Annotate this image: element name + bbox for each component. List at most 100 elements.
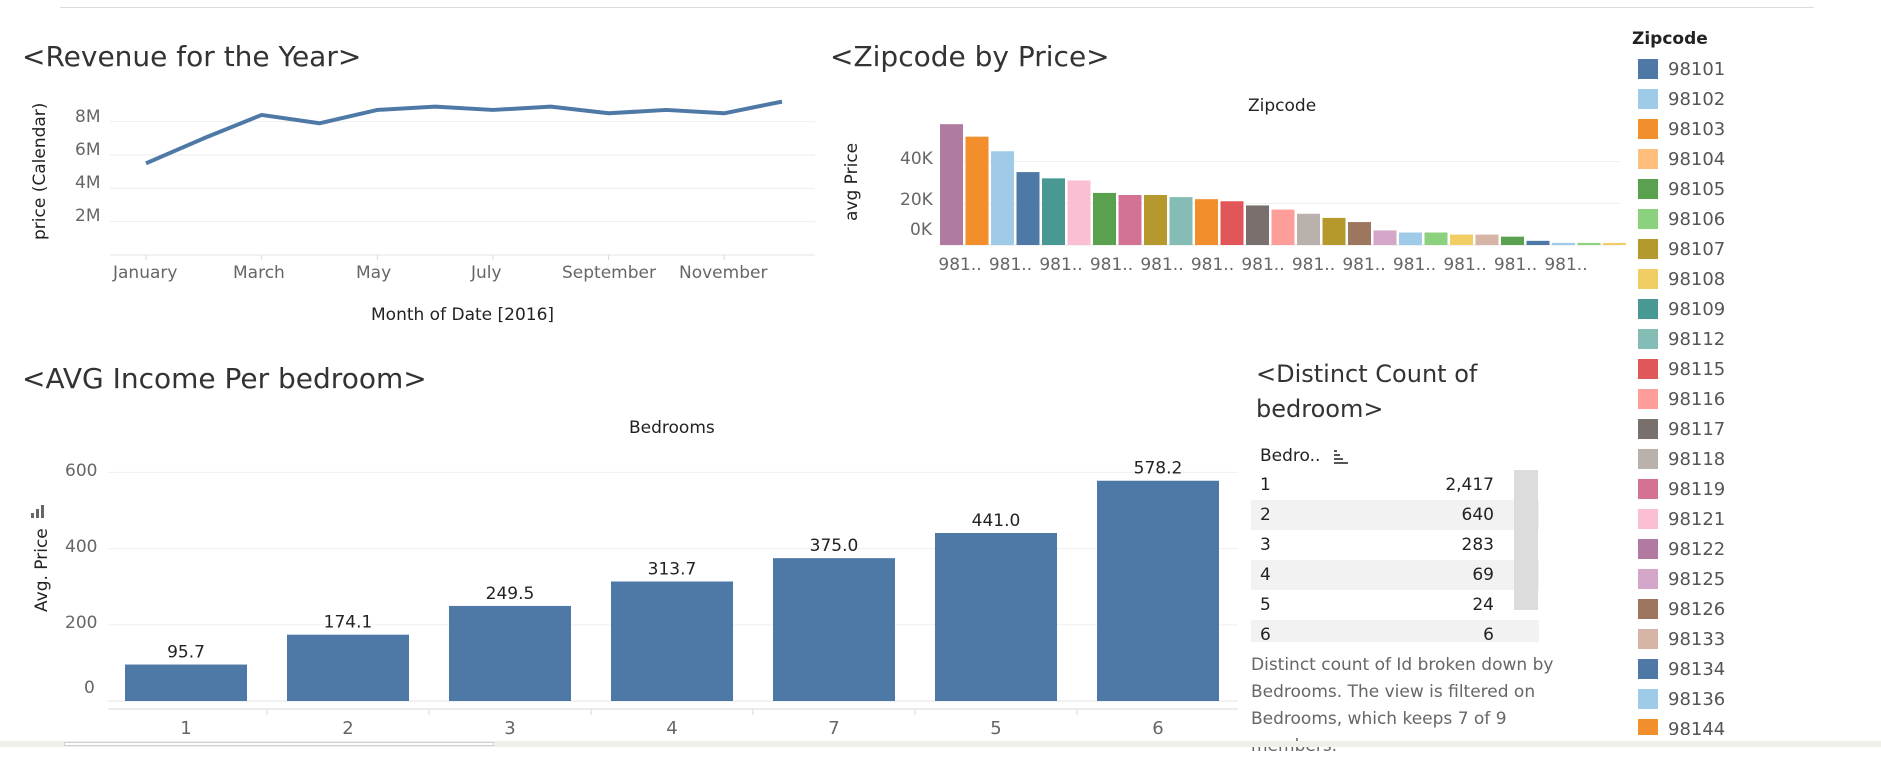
table-row[interactable]: 12,417 (1251, 470, 1539, 500)
zipcode-y-axis-label: avg Price (842, 143, 862, 221)
legend-item[interactable]: 98103 (1632, 114, 1872, 144)
legend-item[interactable]: 98116 (1632, 384, 1872, 414)
zipcode-bar (1527, 241, 1550, 245)
legend-swatch (1638, 599, 1658, 619)
legend-label: 98136 (1668, 689, 1725, 710)
legend-item[interactable]: 98101 (1632, 54, 1872, 84)
bar-value-label: 95.7 (167, 643, 205, 663)
y-tick: 40K (900, 149, 933, 169)
count-cell: 24 (1320, 595, 1494, 615)
table-row[interactable]: 2640 (1251, 500, 1539, 530)
table-row[interactable]: 524 (1251, 590, 1539, 620)
table-scrollbar[interactable] (1514, 470, 1538, 610)
revenue-line-chart[interactable] (110, 95, 815, 255)
bedroom-x-tick: 1 (180, 718, 191, 739)
legend-swatch (1638, 359, 1658, 379)
legend-label: 98121 (1668, 509, 1725, 530)
zipcode-x-tick: 981.. (1393, 255, 1436, 275)
legend-item[interactable]: 98133 (1632, 624, 1872, 654)
legend-item[interactable]: 98104 (1632, 144, 1872, 174)
legend-item[interactable]: 98144 (1632, 714, 1872, 735)
zipcode-bar (1170, 197, 1193, 245)
zipcode-bar (966, 137, 989, 245)
legend-label: 98122 (1668, 539, 1725, 560)
zipcode-bar (1068, 180, 1091, 245)
legend-label: 98144 (1668, 719, 1725, 736)
bedroom-column-header: Bedrooms (629, 418, 715, 438)
bedroom-x-tick: 5 (990, 718, 1001, 739)
zipcode-bar (1399, 233, 1422, 246)
bedrooms-cell: 2 (1251, 505, 1320, 525)
bar-value-label: 375.0 (810, 536, 859, 556)
bar-chart-icon[interactable] (30, 503, 46, 519)
bar-value-label: 313.7 (648, 559, 697, 579)
x-tick: May (356, 263, 391, 283)
legend-item[interactable]: 98105 (1632, 174, 1872, 204)
legend-item[interactable]: 98126 (1632, 594, 1872, 624)
legend-label: 98117 (1668, 419, 1725, 440)
legend-label: 98102 (1668, 89, 1725, 110)
legend-item[interactable]: 98112 (1632, 324, 1872, 354)
legend-label: 98126 (1668, 599, 1725, 620)
bedrooms-cell: 3 (1251, 535, 1320, 555)
legend-item[interactable]: 98117 (1632, 414, 1872, 444)
zipcode-bar (1093, 193, 1116, 245)
zipcode-x-tick: 981.. (1090, 255, 1133, 275)
zipcode-bar (1578, 243, 1601, 245)
legend-list: 98101 98102 98103981049810598106 98107 98108… (1632, 54, 1872, 735)
distinct-count-table[interactable]: 12,4172640328346952466 (1251, 470, 1539, 642)
bedrooms-column-header[interactable]: Bedro.. (1260, 446, 1320, 466)
bedroom-x-tick: 3 (504, 718, 515, 739)
bedrooms-cell: 1 (1251, 475, 1320, 495)
bar-value-label: 441.0 (972, 511, 1021, 531)
zipcode-bar (1374, 230, 1397, 245)
legend-item[interactable]: 98106 (1632, 204, 1872, 234)
bar-value-label: 578.2 (1134, 459, 1183, 479)
table-row[interactable]: 469 (1251, 560, 1539, 590)
legend-label: 98116 (1668, 389, 1725, 410)
legend-swatch (1638, 449, 1658, 469)
y-tick: 400 (65, 537, 97, 557)
legend-item[interactable]: 98102 (1632, 84, 1872, 114)
y-tick: 2M (75, 206, 100, 226)
legend-swatch (1638, 509, 1658, 529)
zipcode-bar-chart[interactable]: 981..981..981..981..981..981..981..981..… (940, 100, 1620, 300)
y-tick: 0K (910, 220, 932, 240)
count-cell: 6 (1320, 625, 1494, 642)
legend-item[interactable]: 98109 (1632, 294, 1872, 324)
scrollbar-thumb[interactable] (64, 742, 494, 746)
x-tick: September (562, 263, 656, 283)
zipcode-bar (1042, 178, 1065, 245)
horizontal-scrollbar[interactable] (0, 741, 1881, 747)
zipcode-bar (1348, 222, 1371, 245)
y-tick: 0 (84, 678, 95, 698)
legend-item[interactable]: 98108 (1632, 264, 1872, 294)
legend-item[interactable]: 98119 (1632, 474, 1872, 504)
zipcode-bar (1450, 235, 1473, 245)
legend-label: 98107 (1668, 239, 1725, 260)
legend-item[interactable]: 98115 (1632, 354, 1872, 384)
legend-swatch (1638, 269, 1658, 289)
zipcode-bar (1144, 195, 1167, 245)
top-divider (60, 7, 1814, 8)
legend-item[interactable]: 98122 (1632, 534, 1872, 564)
legend-label: 98119 (1668, 479, 1725, 500)
legend-item[interactable]: 98136 (1632, 684, 1872, 714)
zipcode-x-tick: 981.. (1544, 255, 1587, 275)
y-tick: 600 (65, 461, 97, 481)
zipcode-x-tick: 981.. (1191, 255, 1234, 275)
legend-item[interactable]: 98107 (1632, 234, 1872, 264)
legend-item[interactable]: 98134 (1632, 654, 1872, 684)
bedroom-bar (935, 533, 1057, 701)
table-row[interactable]: 66 (1251, 620, 1539, 642)
legend-item[interactable]: 98125 (1632, 564, 1872, 594)
legend-swatch (1638, 179, 1658, 199)
x-tick: November (679, 263, 767, 283)
bedroom-bar-chart[interactable]: 95.71174.12249.53313.74375.07441.05578.2… (108, 440, 1238, 740)
legend-label: 98115 (1668, 359, 1725, 380)
sort-icon[interactable] (1333, 448, 1349, 464)
legend-item[interactable]: 98118 (1632, 444, 1872, 474)
table-row[interactable]: 3283 (1251, 530, 1539, 560)
bedroom-bar (449, 606, 571, 701)
legend-item[interactable]: 98121 (1632, 504, 1872, 534)
